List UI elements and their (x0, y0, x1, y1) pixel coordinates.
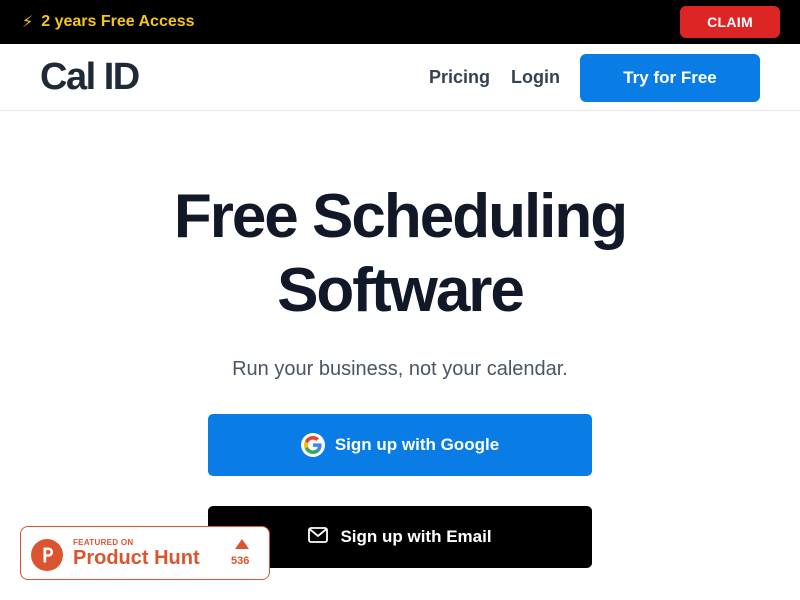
claim-button[interactable]: CLAIM (680, 6, 780, 38)
product-hunt-vote-count: 536 (231, 555, 250, 567)
hero-title-line2: Software (277, 256, 525, 325)
hero-title: Free Scheduling Software (0, 180, 800, 328)
sign-up-google-label: Sign up with Google (334, 435, 500, 454)
logo[interactable]: Cal ID (40, 56, 140, 99)
product-hunt-name: Product Hunt (73, 547, 200, 569)
sign-up-google-button[interactable]: Sign up with Google (208, 414, 592, 476)
product-hunt-icon (31, 539, 63, 571)
google-icon (300, 433, 325, 457)
promo-text: 2 years Free Access (41, 13, 195, 30)
nav-pricing-link[interactable]: Pricing (429, 67, 490, 88)
upvote-arrow-icon (235, 539, 249, 549)
lightning-icon: ⚡ (22, 14, 34, 31)
promo-bar: ⚡ 2 years Free Access CLAIM (0, 0, 800, 44)
mail-icon (308, 526, 329, 548)
try-for-free-button[interactable]: Try for Free (580, 54, 760, 102)
promo-banner: ⚡ 2 years Free Access (22, 12, 195, 32)
site-header: Cal ID Pricing Login Try for Free (0, 44, 800, 111)
product-hunt-badge[interactable]: FEATURED ON Product Hunt 536 (20, 526, 270, 580)
hero-title-line1: Free Scheduling (173, 182, 628, 251)
hero-subtitle: Run your business, not your calendar. (232, 358, 568, 380)
product-hunt-featured-label: FEATURED ON (73, 538, 134, 547)
nav-login-link[interactable]: Login (511, 67, 560, 88)
sign-up-email-label: Sign up with Email (340, 527, 492, 546)
